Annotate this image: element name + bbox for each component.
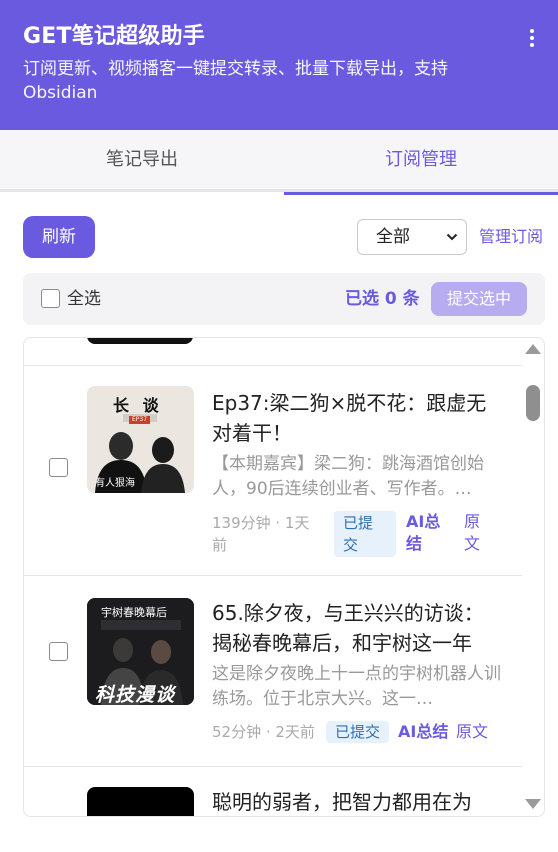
ai-summary-link[interactable]: AI总结 (406, 511, 444, 555)
episode-description: 【本期嘉宾】梁二狗：跳海酒馆创始人，90后连续创业者、写作者。… (212, 454, 484, 499)
episode-description: 这是除夕夜晚上十一点的宇树机器人训练场。位于北京大兴。这一… (212, 664, 501, 709)
tab-note-export[interactable]: 笔记导出 (0, 130, 284, 192)
refresh-button[interactable]: 刷新 (23, 216, 95, 258)
status-badge: 已提交 (334, 511, 396, 557)
episode-title[interactable]: Ep37:梁二狗×脱不花：跟虚无对着干！ (212, 388, 502, 448)
ai-summary-link[interactable]: AI总结 (398, 721, 448, 743)
cover-title-text: 长 谈 (113, 396, 163, 415)
episode-title[interactable]: 65.除夕夜，与王兴兴的访谈：揭秘春晚幕后，和宇树这一年 (212, 598, 502, 658)
selected-count: 已选 0 条 (345, 289, 420, 309)
episode-list: 长 谈 EP37 有人狠海 Ep37:梁二狗×脱不花：跟虚无对着干！ 【本期嘉宾… (23, 337, 545, 817)
selection-bar: 全选 已选 0 条 提交选中 (23, 273, 545, 325)
episode-thumbnail[interactable]: 宇树春晚幕后 科技漫谈 (87, 598, 194, 705)
episode-thumbnail[interactable]: 长 谈 EP37 有人狠海 (87, 386, 194, 493)
app-subtitle: 订阅更新、视频播客一键提交转录、批量下载导出，支持 Obsidian (23, 59, 448, 103)
cover-title-text: 宇树春晚幕后 (101, 606, 167, 619)
episode-checkbox[interactable] (49, 458, 68, 477)
filter-select[interactable]: 全部 (357, 219, 467, 255)
status-badge: 已提交 (326, 721, 390, 743)
list-item: 长 谈 EP37 有人狠海 Ep37:梁二狗×脱不花：跟虚无对着干！ 【本期嘉宾… (24, 366, 522, 576)
list-item: 宇树春晚幕后 科技漫谈 65.除夕夜，与王兴兴的访谈：揭秘春晚幕后，和宇树这一年… (24, 576, 522, 767)
cover-bottom-text: 科技漫谈 (95, 684, 176, 705)
list-item (24, 338, 522, 366)
more-vertical-icon[interactable] (524, 26, 540, 50)
episode-title[interactable]: 聪明的弱者，把智力都用在为 (212, 787, 502, 816)
scroll-handle[interactable] (526, 385, 540, 421)
app-header: GET笔记超级助手 订阅更新、视频播客一键提交转录、批量下载导出，支持 Obsi… (0, 0, 558, 130)
submit-selected-button[interactable]: 提交选中 (431, 282, 527, 316)
source-link[interactable]: 原文 (456, 721, 488, 743)
episode-thumbnail (87, 338, 193, 344)
toolbar: 刷新 全部 管理订阅 (23, 216, 545, 258)
tab-bar: 笔记导出 订阅管理 (0, 130, 558, 195)
cover-episode-badge: EP37 (129, 416, 151, 424)
cover-bottom-text: 有人狠海 (95, 478, 135, 489)
filter-select-value: 全部 (376, 227, 410, 247)
list-scrollbar[interactable] (522, 340, 544, 815)
manage-subscriptions-link[interactable]: 管理订阅 (479, 216, 543, 258)
list-item: 聪明的弱者，把智力都用在为 (24, 767, 522, 816)
scroll-up-arrow-icon[interactable] (525, 344, 541, 354)
tab-subscription-management[interactable]: 订阅管理 (284, 130, 558, 195)
select-all-label[interactable]: 全选 (67, 273, 101, 325)
source-link[interactable]: 原文 (464, 511, 484, 555)
episode-thumbnail[interactable] (87, 787, 194, 816)
chevron-down-icon (446, 233, 458, 241)
select-all-checkbox[interactable] (41, 289, 60, 308)
episode-meta: 139分钟 · 1天前 (212, 514, 310, 554)
episode-checkbox[interactable] (49, 642, 68, 661)
scroll-down-arrow-icon[interactable] (525, 799, 541, 809)
episode-meta: 52分钟 · 2天前 (212, 723, 315, 741)
app-title: GET笔记超级助手 (23, 24, 205, 49)
